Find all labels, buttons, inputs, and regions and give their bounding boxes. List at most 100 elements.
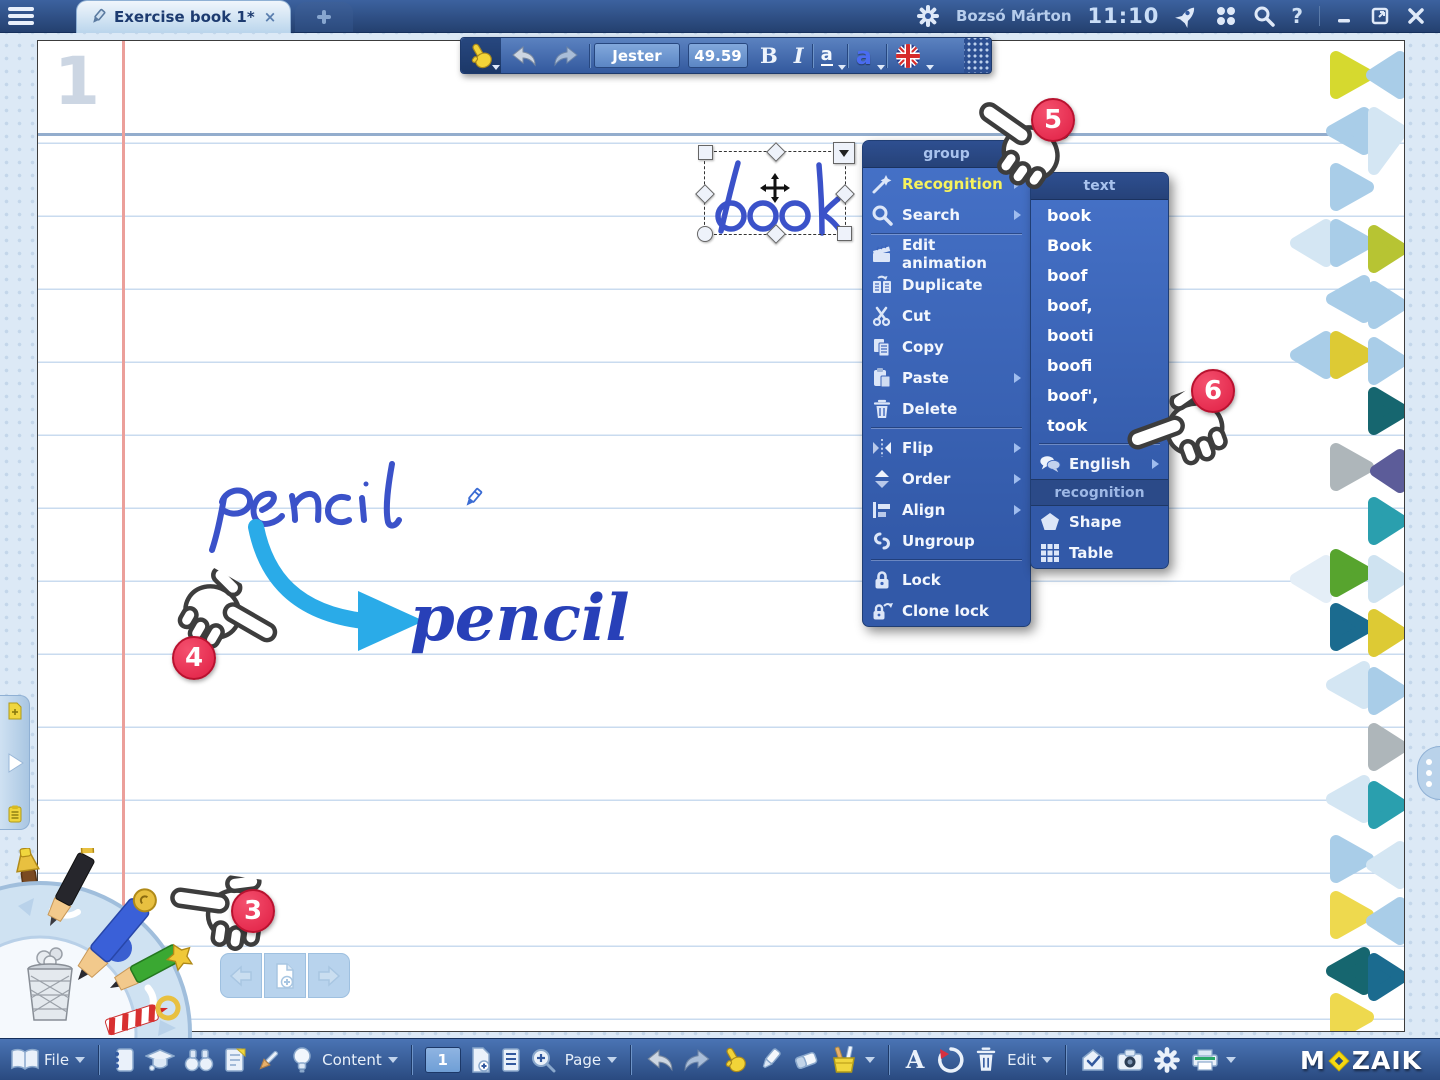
left-edge-panel[interactable] bbox=[0, 695, 30, 830]
play-panel-icon[interactable] bbox=[6, 752, 24, 774]
menu-item-flip[interactable]: Flip bbox=[863, 432, 1030, 463]
education-button[interactable] bbox=[145, 1047, 175, 1073]
settings-gear-icon[interactable] bbox=[916, 4, 940, 28]
lock-icon bbox=[871, 569, 893, 591]
undo-button[interactable] bbox=[644, 1048, 674, 1072]
underline-button[interactable]: a bbox=[813, 38, 847, 73]
eraser-button[interactable] bbox=[792, 1047, 820, 1073]
page-menu-button[interactable]: Page bbox=[565, 1051, 617, 1069]
apps-grid-icon[interactable] bbox=[1215, 5, 1237, 27]
font-color-button[interactable]: a bbox=[848, 38, 886, 73]
menu-item-copy[interactable]: Copy bbox=[863, 331, 1030, 362]
restore-window-icon[interactable] bbox=[1370, 6, 1390, 26]
bold-button[interactable]: B bbox=[752, 38, 786, 73]
printer-export-button[interactable] bbox=[1190, 1047, 1236, 1073]
add-page-icon[interactable] bbox=[7, 702, 23, 720]
booklet-button[interactable] bbox=[112, 1047, 136, 1073]
new-page-button[interactable] bbox=[264, 953, 306, 998]
new-tab-button[interactable] bbox=[295, 2, 353, 32]
tab-exercise-book[interactable]: Exercise book 1* × bbox=[76, 0, 291, 33]
menu-item-delete[interactable]: Delete bbox=[863, 393, 1030, 424]
format-toolbar: Jester 49.59 B I a a bbox=[460, 37, 992, 74]
page-number-field[interactable]: 1 bbox=[425, 1047, 461, 1073]
rocket-icon[interactable] bbox=[1175, 4, 1199, 28]
delete-button[interactable] bbox=[974, 1046, 998, 1074]
suggestion-booti[interactable]: booti bbox=[1031, 320, 1168, 350]
caret-down-icon bbox=[865, 1057, 875, 1063]
minimize-icon[interactable] bbox=[1336, 7, 1354, 25]
menu-item-search[interactable]: Search bbox=[863, 199, 1030, 230]
content-menu-button[interactable]: Content bbox=[322, 1051, 398, 1069]
insert-page-button[interactable] bbox=[470, 1047, 492, 1073]
selection-dropdown-button[interactable] bbox=[833, 142, 855, 164]
close-window-icon[interactable] bbox=[1406, 6, 1426, 26]
font-size-field[interactable]: 49.59 bbox=[688, 43, 748, 68]
options-button[interactable] bbox=[1153, 1046, 1181, 1074]
redo-button[interactable] bbox=[683, 1048, 713, 1072]
mozabook-window: { "titlebar": { "tab_title": "Exercise b… bbox=[0, 0, 1440, 1080]
step-badge-3: 3 bbox=[231, 889, 275, 933]
snapshot-button[interactable] bbox=[1116, 1048, 1144, 1072]
italic-button[interactable]: I bbox=[786, 38, 812, 73]
record-button[interactable] bbox=[937, 1046, 965, 1074]
step-badge-4: 4 bbox=[172, 636, 216, 680]
menu-item-table[interactable]: Table bbox=[1031, 537, 1168, 568]
help-button[interactable]: ? bbox=[1291, 4, 1303, 28]
menu-item-clone-lock[interactable]: Clone lock bbox=[863, 595, 1030, 626]
menu-item-lock[interactable]: Lock bbox=[863, 564, 1030, 595]
search-icon[interactable] bbox=[1253, 5, 1275, 27]
file-menu-button[interactable]: File bbox=[10, 1048, 85, 1072]
menu-item-cut[interactable]: Cut bbox=[863, 300, 1030, 331]
language-button[interactable] bbox=[887, 38, 935, 73]
highlighter-button[interactable] bbox=[757, 1046, 783, 1074]
caret-down-icon bbox=[388, 1057, 398, 1063]
edit-menu-button[interactable]: Edit bbox=[1007, 1051, 1052, 1069]
menu-item-edit-animation[interactable]: Edit animation bbox=[863, 238, 1030, 269]
clipboard-icon bbox=[871, 367, 893, 389]
main-menu-button[interactable] bbox=[8, 6, 34, 26]
printer-icon bbox=[1190, 1047, 1220, 1073]
previous-page-button[interactable] bbox=[220, 953, 262, 998]
suggestion-boofi[interactable]: boofi bbox=[1031, 350, 1168, 380]
magic-wand-icon bbox=[871, 173, 893, 195]
menu-item-duplicate[interactable]: Duplicate bbox=[863, 269, 1030, 300]
menu-item-ungroup[interactable]: Ungroup bbox=[863, 525, 1030, 556]
font-name-field[interactable]: Jester bbox=[594, 43, 680, 68]
ideas-button[interactable] bbox=[291, 1046, 313, 1074]
selection-handle-bottom-left[interactable] bbox=[697, 226, 713, 242]
toolbar-drag-grip[interactable] bbox=[964, 38, 991, 73]
undo-button[interactable] bbox=[501, 38, 545, 73]
suggestion-book[interactable]: book bbox=[1031, 200, 1168, 230]
redo-icon bbox=[553, 45, 581, 67]
selection-handle-top-left[interactable] bbox=[698, 145, 713, 160]
pointer-tool-button[interactable] bbox=[722, 1046, 748, 1074]
menu-item-shape[interactable]: Shape bbox=[1031, 506, 1168, 537]
pointer-tool-button[interactable] bbox=[461, 38, 501, 73]
suggestion-Book[interactable]: Book bbox=[1031, 230, 1168, 260]
zoom-page-button[interactable] bbox=[530, 1047, 556, 1073]
selection-handle-bottom-right[interactable] bbox=[837, 226, 852, 241]
pen-cup-button[interactable] bbox=[829, 1046, 875, 1074]
menu-item-paste[interactable]: Paste bbox=[863, 362, 1030, 393]
selection-box[interactable] bbox=[704, 151, 846, 235]
page-number: 1 bbox=[54, 43, 100, 120]
copy-icon bbox=[871, 336, 893, 358]
converted-text[interactable]: pencil bbox=[410, 581, 630, 656]
text-tool-button[interactable]: A bbox=[902, 1047, 928, 1073]
tab-close-icon[interactable]: × bbox=[262, 8, 279, 26]
suggestion-boof-comma[interactable]: boof, bbox=[1031, 290, 1168, 320]
media-search-button[interactable] bbox=[184, 1047, 214, 1073]
suggestion-boof[interactable]: boof bbox=[1031, 260, 1168, 290]
next-page-button[interactable] bbox=[308, 953, 350, 998]
page-list-button[interactable] bbox=[501, 1047, 521, 1073]
step-badge-6: 6 bbox=[1191, 369, 1235, 413]
menu-item-order[interactable]: Order bbox=[863, 463, 1030, 494]
redo-button[interactable] bbox=[545, 38, 589, 73]
homework-button[interactable] bbox=[1079, 1047, 1107, 1073]
tools-button[interactable] bbox=[256, 1047, 282, 1073]
clipboard-list-icon[interactable] bbox=[7, 805, 23, 823]
menu-item-align[interactable]: Align bbox=[863, 494, 1030, 525]
mozaik-diamond-icon bbox=[1328, 1050, 1350, 1072]
worksheet-button[interactable] bbox=[223, 1047, 247, 1073]
user-name[interactable]: Bozsó Márton bbox=[956, 7, 1072, 25]
